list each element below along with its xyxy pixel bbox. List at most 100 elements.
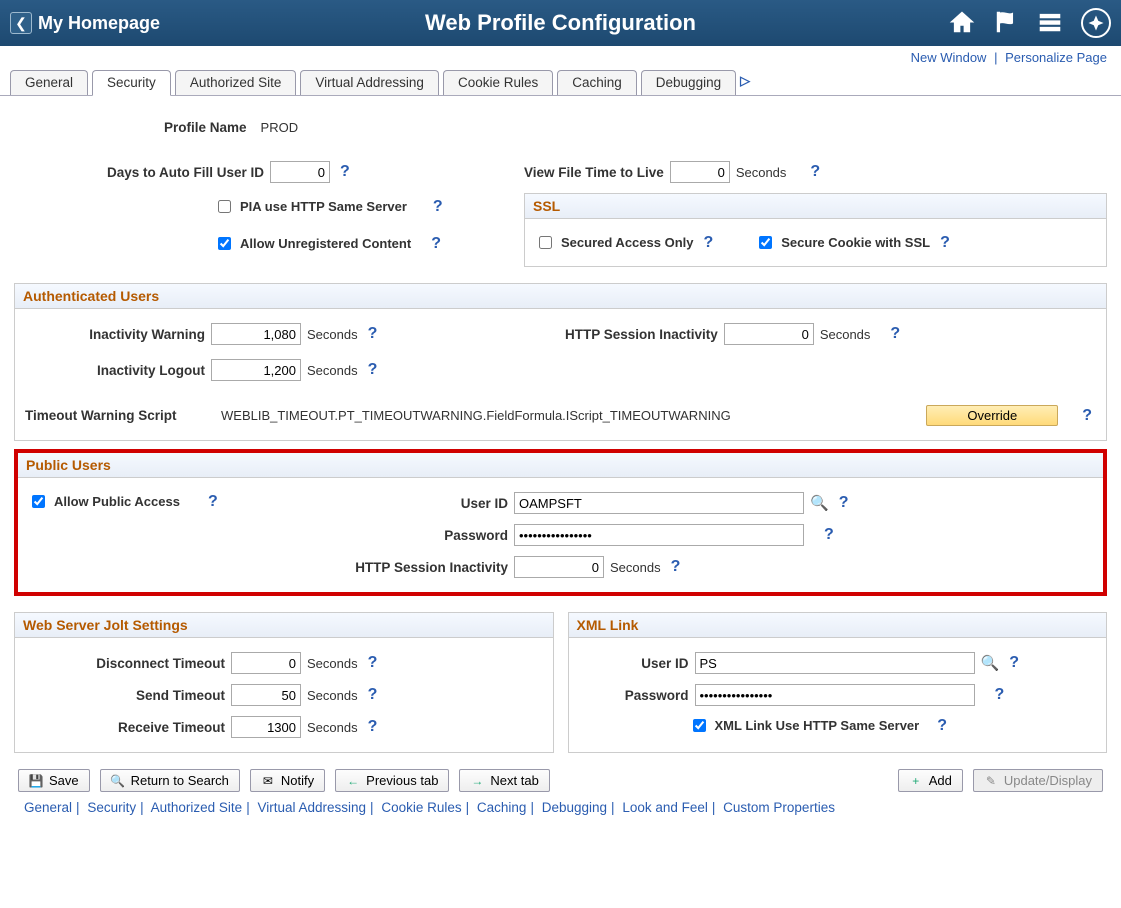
secured-access-checkbox[interactable] bbox=[539, 236, 552, 249]
help-icon[interactable]: ? bbox=[1005, 654, 1023, 672]
tab-cookie-rules[interactable]: Cookie Rules bbox=[443, 70, 553, 95]
help-icon[interactable]: ? bbox=[699, 234, 717, 252]
footer-link[interactable]: Virtual Addressing bbox=[257, 800, 366, 815]
flag-icon[interactable] bbox=[993, 9, 1019, 38]
help-icon[interactable]: ? bbox=[991, 686, 1009, 704]
next-tab-button[interactable]: →Next tab bbox=[459, 769, 549, 792]
public-password-input[interactable] bbox=[514, 524, 804, 546]
lookup-icon[interactable]: 🔍 bbox=[981, 654, 1000, 672]
return-button[interactable]: 🔍Return to Search bbox=[100, 769, 240, 792]
tab-caching[interactable]: Caching bbox=[557, 70, 637, 95]
pia-same-server-checkbox[interactable] bbox=[218, 200, 231, 213]
pia-same-server-label: PIA use HTTP Same Server bbox=[240, 199, 407, 214]
new-window-link[interactable]: New Window bbox=[911, 50, 987, 65]
help-icon[interactable]: ? bbox=[806, 163, 824, 181]
inactivity-logout-input[interactable] bbox=[211, 359, 301, 381]
back-icon[interactable]: ❮ bbox=[10, 12, 32, 34]
auth-users-header: Authenticated Users bbox=[15, 284, 1106, 309]
footer-link[interactable]: Authorized Site bbox=[151, 800, 243, 815]
public-password-label: Password bbox=[318, 528, 508, 543]
footer-link[interactable]: General bbox=[24, 800, 72, 815]
save-icon: 💾 bbox=[29, 774, 43, 788]
send-input[interactable] bbox=[231, 684, 301, 706]
help-icon[interactable]: ? bbox=[936, 234, 954, 252]
home-icon[interactable] bbox=[949, 9, 975, 38]
help-icon[interactable]: ? bbox=[835, 494, 853, 512]
prev-tab-button[interactable]: ←Previous tab bbox=[335, 769, 449, 792]
update-icon: ✎ bbox=[984, 774, 998, 788]
menu-icon[interactable] bbox=[1037, 9, 1063, 38]
tab-virtual-addressing[interactable]: Virtual Addressing bbox=[300, 70, 439, 95]
next-icon: → bbox=[470, 774, 484, 788]
public-userid-input[interactable] bbox=[514, 492, 804, 514]
tab-security[interactable]: Security bbox=[92, 70, 171, 96]
notify-icon: ✉ bbox=[261, 774, 275, 788]
help-icon[interactable]: ? bbox=[667, 558, 685, 576]
footer-link[interactable]: Debugging bbox=[542, 800, 607, 815]
add-button[interactable]: +Add bbox=[898, 769, 963, 792]
help-icon[interactable]: ? bbox=[204, 493, 222, 511]
disconnect-input[interactable] bbox=[231, 652, 301, 674]
help-icon[interactable]: ? bbox=[364, 686, 382, 704]
help-icon[interactable]: ? bbox=[820, 526, 838, 544]
xml-userid-input[interactable] bbox=[695, 652, 975, 674]
lookup-icon[interactable]: 🔍 bbox=[810, 494, 829, 512]
tab-overflow-icon[interactable]: ▷ bbox=[740, 73, 758, 91]
allow-public-label: Allow Public Access bbox=[54, 494, 180, 509]
timeout-script-label: Timeout Warning Script bbox=[25, 408, 215, 423]
save-button[interactable]: 💾Save bbox=[18, 769, 90, 792]
days-autofill-label: Days to Auto Fill User ID bbox=[14, 165, 264, 180]
personalize-link[interactable]: Personalize Page bbox=[1005, 50, 1107, 65]
help-icon[interactable]: ? bbox=[429, 198, 447, 216]
help-icon[interactable]: ? bbox=[427, 235, 445, 253]
footer-link[interactable]: Look and Feel bbox=[622, 800, 708, 815]
xml-same-server-label: XML Link Use HTTP Same Server bbox=[715, 718, 920, 733]
view-file-ttl-input[interactable] bbox=[670, 161, 730, 183]
inactivity-warning-input[interactable] bbox=[211, 323, 301, 345]
xml-userid-label: User ID bbox=[579, 656, 689, 671]
jolt-section: Web Server Jolt Settings Disconnect Time… bbox=[14, 612, 554, 753]
receive-input[interactable] bbox=[231, 716, 301, 738]
days-autofill-input[interactable] bbox=[270, 161, 330, 183]
footer-link[interactable]: Custom Properties bbox=[723, 800, 835, 815]
help-icon[interactable]: ? bbox=[336, 163, 354, 181]
public-http-session-label: HTTP Session Inactivity bbox=[318, 560, 508, 575]
footer-links: General| Security| Authorized Site| Virt… bbox=[14, 796, 1107, 829]
top-links-bar: New Window | Personalize Page bbox=[0, 46, 1121, 69]
help-icon[interactable]: ? bbox=[364, 361, 382, 379]
footer-link[interactable]: Cookie Rules bbox=[381, 800, 461, 815]
help-icon[interactable]: ? bbox=[1078, 407, 1096, 425]
secure-cookie-label: Secure Cookie with SSL bbox=[781, 235, 930, 250]
allow-unreg-label: Allow Unregistered Content bbox=[240, 236, 411, 251]
override-button[interactable]: Override bbox=[926, 405, 1058, 426]
tab-authorized-site[interactable]: Authorized Site bbox=[175, 70, 297, 95]
help-icon[interactable]: ? bbox=[364, 654, 382, 672]
public-http-session-input[interactable] bbox=[514, 556, 604, 578]
tab-debugging[interactable]: Debugging bbox=[641, 70, 736, 95]
jolt-header: Web Server Jolt Settings bbox=[15, 613, 553, 638]
help-icon[interactable]: ? bbox=[933, 717, 951, 735]
http-session-input[interactable] bbox=[724, 323, 814, 345]
header-icons bbox=[949, 8, 1111, 38]
secure-cookie-checkbox[interactable] bbox=[759, 236, 772, 249]
allow-public-checkbox[interactable] bbox=[32, 495, 45, 508]
public-users-header: Public Users bbox=[18, 453, 1103, 478]
back-navigation[interactable]: ❮ My Homepage bbox=[10, 12, 160, 34]
xml-same-server-checkbox[interactable] bbox=[693, 719, 706, 732]
xml-password-input[interactable] bbox=[695, 684, 975, 706]
help-icon[interactable]: ? bbox=[364, 325, 382, 343]
notify-button[interactable]: ✉Notify bbox=[250, 769, 325, 792]
footer-link[interactable]: Security bbox=[87, 800, 136, 815]
update-display-button[interactable]: ✎Update/Display bbox=[973, 769, 1103, 792]
help-icon[interactable]: ? bbox=[886, 325, 904, 343]
auth-users-section: Authenticated Users Inactivity Warning S… bbox=[14, 283, 1107, 441]
compass-icon[interactable] bbox=[1081, 8, 1111, 38]
help-icon[interactable]: ? bbox=[364, 718, 382, 736]
profile-name-value: PROD bbox=[261, 120, 299, 135]
tab-row: General Security Authorized Site Virtual… bbox=[0, 69, 1121, 96]
tab-general[interactable]: General bbox=[10, 70, 88, 95]
footer-link[interactable]: Caching bbox=[477, 800, 527, 815]
inactivity-logout-label: Inactivity Logout bbox=[25, 363, 205, 378]
allow-unreg-checkbox[interactable] bbox=[218, 237, 231, 250]
xml-link-section: XML Link User ID 🔍 ? Password ? XML Link… bbox=[568, 612, 1108, 753]
